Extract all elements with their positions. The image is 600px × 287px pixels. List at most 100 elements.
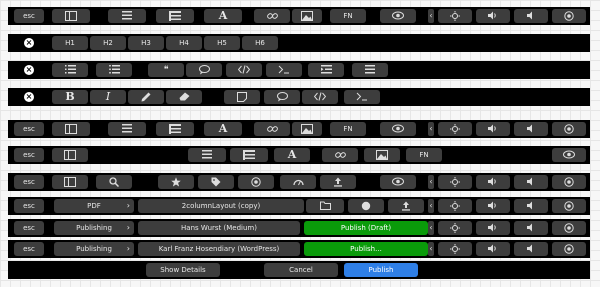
publishing-popover-button[interactable]: Publishing › bbox=[54, 221, 134, 235]
history-button[interactable] bbox=[238, 175, 274, 189]
stats-button[interactable] bbox=[280, 175, 316, 189]
power-button[interactable] bbox=[552, 199, 586, 213]
esc-key[interactable]: esc bbox=[14, 9, 44, 23]
heading-1-button[interactable]: H1 bbox=[52, 36, 88, 50]
note-button[interactable] bbox=[224, 90, 260, 104]
power-button[interactable] bbox=[552, 122, 586, 136]
volume-button[interactable] bbox=[476, 122, 510, 136]
comment-button[interactable] bbox=[264, 90, 300, 104]
publishing-popover-button[interactable]: Publishing › bbox=[54, 242, 134, 256]
esc-key[interactable]: esc bbox=[14, 122, 44, 136]
preview-button[interactable] bbox=[380, 122, 416, 136]
outdent-button[interactable] bbox=[352, 63, 388, 77]
publish-button[interactable]: Publish... bbox=[304, 242, 428, 256]
list-button[interactable] bbox=[188, 148, 226, 162]
heading-6-button[interactable]: H6 bbox=[242, 36, 278, 50]
brightness-button[interactable] bbox=[438, 9, 472, 23]
mute-button[interactable] bbox=[514, 242, 548, 256]
terminal-button[interactable] bbox=[266, 63, 302, 77]
export-button[interactable] bbox=[388, 199, 424, 213]
terminal-button[interactable] bbox=[344, 90, 380, 104]
search-button[interactable] bbox=[96, 175, 132, 189]
favorite-button[interactable] bbox=[158, 175, 194, 189]
close-icon[interactable]: × bbox=[24, 38, 34, 48]
publish-draft-button[interactable]: Publish (Draft) bbox=[304, 221, 428, 235]
sidebar-button[interactable] bbox=[52, 148, 88, 162]
format-popover-button[interactable]: PDF › bbox=[54, 199, 134, 213]
volume-button[interactable] bbox=[476, 199, 510, 213]
collapse-control-strip[interactable]: ‹ bbox=[428, 175, 434, 189]
collapse-control-strip[interactable]: ‹ bbox=[428, 9, 434, 23]
image-button[interactable] bbox=[292, 122, 322, 136]
mute-button[interactable] bbox=[514, 175, 548, 189]
heading-3-button[interactable]: H3 bbox=[128, 36, 164, 50]
collapse-control-strip[interactable]: ‹ bbox=[428, 221, 434, 235]
folder-button[interactable] bbox=[306, 199, 344, 213]
eraser-button[interactable] bbox=[166, 90, 202, 104]
brightness-button[interactable] bbox=[438, 199, 472, 213]
power-button[interactable] bbox=[552, 221, 586, 235]
link-button[interactable] bbox=[254, 122, 290, 136]
volume-button[interactable] bbox=[476, 9, 510, 23]
quote-button[interactable]: ❝ bbox=[148, 63, 184, 77]
numbered-list-button[interactable] bbox=[52, 63, 88, 77]
collapse-control-strip[interactable]: ‹ bbox=[428, 199, 434, 213]
power-button[interactable] bbox=[552, 175, 586, 189]
layout-popover-button[interactable]: 2columnLayout (copy) bbox=[138, 199, 304, 213]
esc-key[interactable]: esc bbox=[14, 242, 44, 256]
close-icon[interactable]: × bbox=[24, 65, 34, 75]
link-button[interactable] bbox=[322, 148, 358, 162]
mute-button[interactable] bbox=[514, 221, 548, 235]
link-button[interactable] bbox=[254, 9, 290, 23]
table-button[interactable] bbox=[156, 9, 194, 23]
share-button[interactable] bbox=[320, 175, 356, 189]
volume-button[interactable] bbox=[476, 221, 510, 235]
pencil-button[interactable] bbox=[128, 90, 164, 104]
code-button[interactable] bbox=[302, 90, 338, 104]
sidebar-button[interactable] bbox=[52, 9, 90, 23]
mute-button[interactable] bbox=[514, 199, 548, 213]
table-button[interactable] bbox=[230, 148, 268, 162]
account-selector[interactable]: Karl Franz Hosendiary (WordPress) bbox=[138, 242, 300, 256]
account-selector[interactable]: Hans Wurst (Medium) bbox=[138, 221, 300, 235]
brightness-button[interactable] bbox=[438, 122, 472, 136]
brightness-button[interactable] bbox=[438, 221, 472, 235]
font-button[interactable]: A bbox=[274, 148, 310, 162]
record-button[interactable] bbox=[348, 199, 384, 213]
volume-button[interactable] bbox=[476, 242, 510, 256]
list-button[interactable] bbox=[108, 9, 146, 23]
show-details-button[interactable]: Show Details bbox=[146, 263, 220, 277]
esc-key[interactable]: esc bbox=[14, 199, 44, 213]
font-button[interactable]: A bbox=[204, 122, 242, 136]
indent-button[interactable] bbox=[308, 63, 344, 77]
fn-key[interactable]: FN bbox=[330, 9, 366, 23]
heading-5-button[interactable]: H5 bbox=[204, 36, 240, 50]
comment-button[interactable] bbox=[186, 63, 222, 77]
mute-button[interactable] bbox=[514, 122, 548, 136]
image-button[interactable] bbox=[292, 9, 322, 23]
power-button[interactable] bbox=[552, 9, 586, 23]
fn-key[interactable]: FN bbox=[330, 122, 366, 136]
mute-button[interactable] bbox=[514, 9, 548, 23]
preview-button[interactable] bbox=[380, 175, 416, 189]
preview-button[interactable] bbox=[552, 148, 586, 162]
close-icon[interactable]: × bbox=[24, 92, 34, 102]
power-button[interactable] bbox=[552, 242, 586, 256]
table-button[interactable] bbox=[156, 122, 194, 136]
bold-button[interactable]: B bbox=[52, 90, 88, 104]
bullet-list-button[interactable] bbox=[96, 63, 132, 77]
font-button[interactable]: A bbox=[204, 9, 242, 23]
cancel-button[interactable]: Cancel bbox=[264, 263, 338, 277]
list-button[interactable] bbox=[108, 122, 146, 136]
volume-button[interactable] bbox=[476, 175, 510, 189]
brightness-button[interactable] bbox=[438, 175, 472, 189]
brightness-button[interactable] bbox=[438, 242, 472, 256]
collapse-control-strip[interactable]: ‹ bbox=[428, 242, 434, 256]
esc-key[interactable]: esc bbox=[14, 221, 44, 235]
preview-button[interactable] bbox=[380, 9, 416, 23]
image-button[interactable] bbox=[364, 148, 400, 162]
fn-key[interactable]: FN bbox=[406, 148, 442, 162]
esc-key[interactable]: esc bbox=[14, 175, 44, 189]
heading-4-button[interactable]: H4 bbox=[166, 36, 202, 50]
publish-confirm-button[interactable]: Publish bbox=[344, 263, 418, 277]
